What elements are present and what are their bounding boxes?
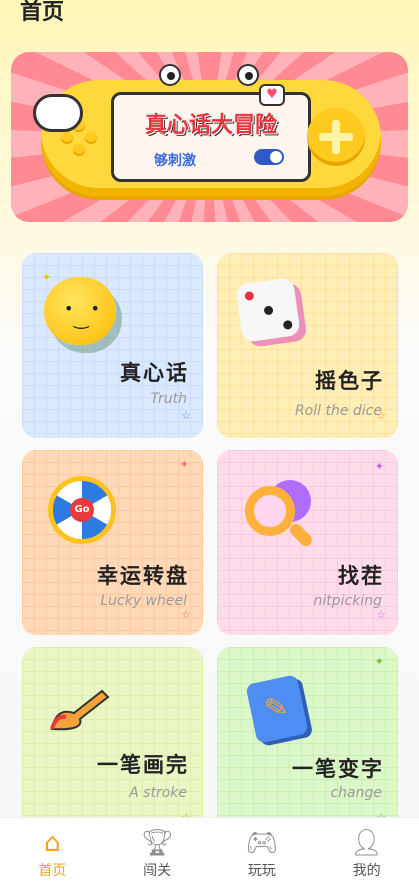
toggle-icon — [254, 149, 284, 165]
user-icon: 👤︎ — [350, 828, 384, 858]
lucky-wheel-icon — [48, 476, 116, 544]
card-title: 一笔变字 — [292, 757, 384, 781]
magnifier-icon — [245, 486, 295, 536]
card-subtitle: Truth — [150, 391, 187, 407]
card-subtitle: A stroke — [129, 785, 187, 801]
card-lucky-wheel[interactable]: ✦ ☆ 幸运转盘 Lucky wheel — [22, 450, 203, 635]
card-subtitle: nitpicking — [313, 593, 382, 609]
sparkle-icon: ✦ — [179, 458, 189, 471]
tab-levels[interactable]: 🏆︎ 闯关 — [105, 818, 210, 886]
tab-home[interactable]: ⌂ 首页 — [0, 818, 105, 886]
sparkle-icon: ✦ — [374, 460, 384, 473]
tab-label: 玩玩 — [247, 863, 276, 879]
card-title: 幸运转盘 — [97, 564, 189, 588]
card-nitpicking[interactable]: ✦ ☆ 找茬 nitpicking — [217, 450, 398, 635]
card-one-stroke[interactable]: ☆ 一笔画完 A stroke — [22, 647, 203, 832]
card-subtitle: Roll the dice — [294, 403, 382, 419]
paintbrush-icon — [46, 685, 110, 731]
eye-icon — [237, 64, 259, 86]
banner-subtitle: 够刺激 — [154, 153, 196, 169]
eye-icon — [159, 64, 181, 86]
sparkle-icon: ✦ — [374, 655, 384, 668]
card-title: 真心话 — [120, 361, 189, 385]
card-subtitle: Lucky wheel — [100, 593, 187, 609]
banner[interactable]: 真心话大冒险 够刺激 ♥ — [11, 52, 408, 222]
plus-icon — [307, 108, 365, 166]
star-icon: ☆ — [376, 608, 386, 621]
card-title: 一笔画完 — [97, 753, 189, 777]
card-subtitle: change — [330, 785, 382, 801]
gamepad-icon: 🎮︎ — [245, 828, 279, 858]
sparkle-icon: ✦ — [42, 271, 52, 284]
card-truth[interactable]: ✦ ☆ 真心话 Truth — [22, 253, 203, 438]
star-icon: ☆ — [181, 608, 191, 621]
page-title: 首页 — [20, 0, 65, 25]
tab-label: 首页 — [38, 863, 67, 879]
tab-play[interactable]: 🎮︎ 玩玩 — [210, 818, 315, 886]
tab-label: 闯关 — [143, 863, 172, 879]
game-console-illustration: 真心话大冒险 够刺激 — [41, 64, 381, 196]
smiley-face-icon — [44, 277, 116, 345]
star-icon: ☆ — [181, 409, 191, 422]
home-icon: ⌂ — [44, 828, 61, 858]
tab-label: 我的 — [352, 863, 381, 879]
trophy-icon: 🏆︎ — [140, 828, 174, 858]
card-title: 找茬 — [338, 564, 384, 588]
card-dice[interactable]: ☆ 摇色子 Roll the dice — [217, 253, 398, 438]
card-title: 摇色子 — [315, 369, 384, 393]
banner-title: 真心话大冒险 — [144, 113, 277, 138]
card-change-word[interactable]: ✦ ☆ 一笔变字 change — [217, 647, 398, 832]
pencil-pad-icon — [245, 674, 309, 744]
speech-cloud-icon — [33, 94, 83, 132]
tab-mine[interactable]: 👤︎ 我的 — [314, 818, 419, 886]
dice-icon — [235, 277, 301, 343]
tab-bar: ⌂ 首页 🏆︎ 闯关 🎮︎ 玩玩 👤︎ 我的 — [0, 817, 419, 886]
heart-icon: ♥ — [259, 84, 285, 106]
